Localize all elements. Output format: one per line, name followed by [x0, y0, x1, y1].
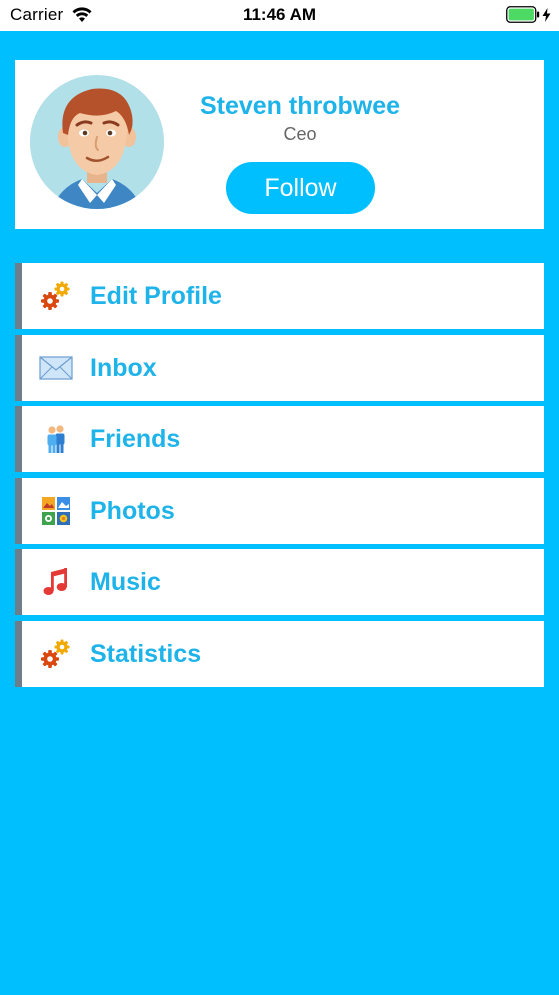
status-bar: Carrier 11:46 AM: [0, 0, 559, 31]
menu-item-label: Photos: [90, 496, 175, 525]
menu-list: Edit Profile Inbox Friends Photos Music …: [15, 263, 544, 692]
menu-item-label: Edit Profile: [90, 282, 222, 310]
cartoon-man-avatar-icon: [30, 75, 164, 209]
profile-role: Ceo: [283, 124, 317, 144]
menu-item-edit-profile[interactable]: Edit Profile: [15, 263, 544, 329]
gears-icon: [39, 280, 73, 312]
battery-group: [506, 6, 551, 23]
photos-grid-icon: [39, 495, 73, 527]
charging-bolt-icon: [542, 7, 551, 22]
gears-icon: [39, 638, 73, 670]
music-note-icon: [39, 566, 73, 598]
menu-item-photos[interactable]: Photos: [15, 477, 544, 544]
menu-item-label: Music: [90, 568, 161, 596]
profile-name: Steven throbwee: [199, 92, 401, 120]
menu-item-statistics[interactable]: Statistics: [15, 620, 544, 687]
envelope-icon: [39, 352, 73, 384]
follow-button[interactable]: Follow: [226, 162, 375, 214]
avatar: [30, 75, 164, 209]
menu-item-label: Friends: [90, 425, 181, 453]
menu-item-music[interactable]: Music: [15, 549, 544, 615]
status-time: 11:46 AM: [242, 5, 317, 24]
people-icon: [39, 423, 73, 455]
menu-item-label: Statistics: [90, 639, 202, 668]
battery-icon: [506, 6, 540, 23]
menu-item-inbox[interactable]: Inbox: [15, 334, 544, 401]
profile-card: Steven throbwee Ceo Follow: [15, 60, 544, 229]
menu-item-friends[interactable]: Friends: [15, 406, 544, 472]
menu-item-label: Inbox: [90, 353, 157, 382]
